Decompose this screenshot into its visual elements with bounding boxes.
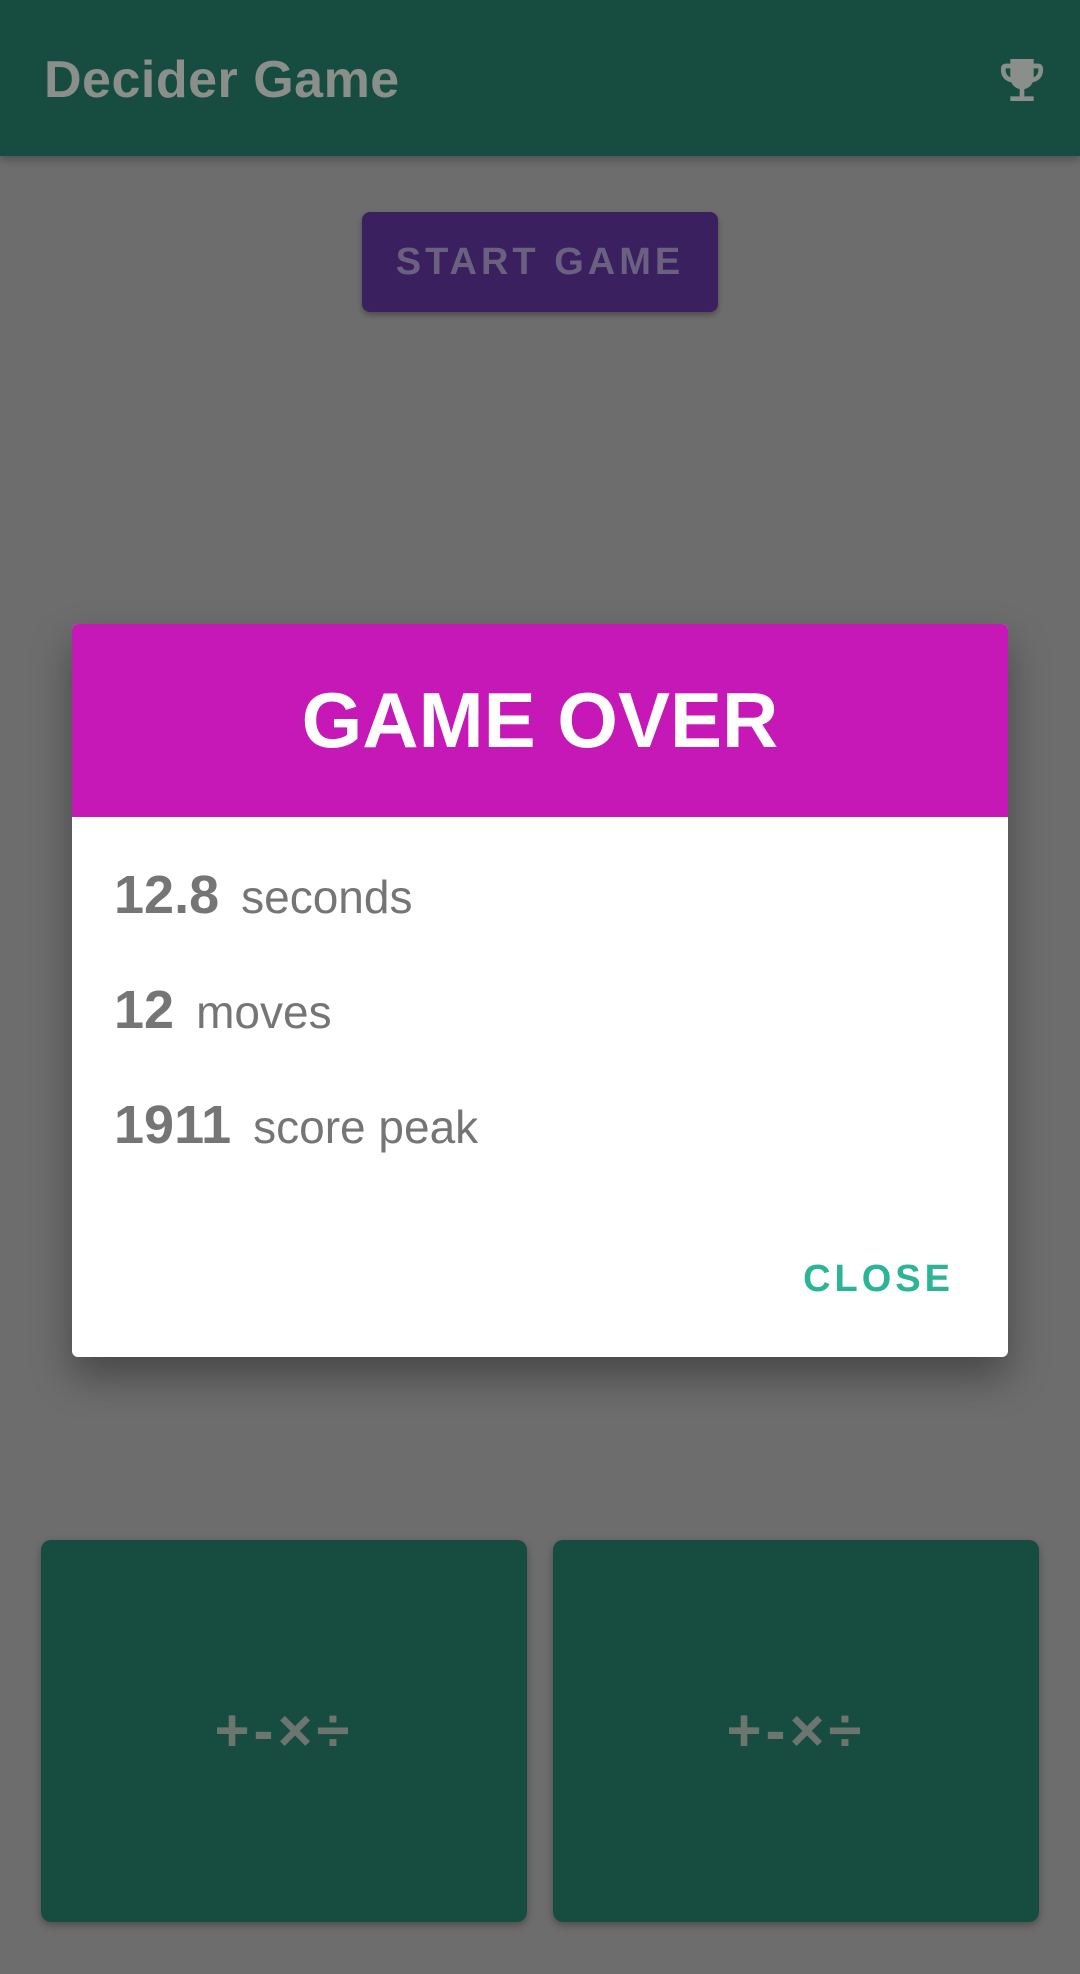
stat-score-peak: 1911 score peak xyxy=(114,1094,478,1156)
start-game-button[interactable]: START GAME xyxy=(362,212,718,312)
operator-tile-right[interactable]: +-×÷ xyxy=(553,1540,1039,1922)
app-title: Decider Game xyxy=(44,51,400,109)
operator-tile-left[interactable]: +-×÷ xyxy=(41,1540,527,1922)
app-bar: Decider Game xyxy=(0,0,1080,156)
stat-value: 12.8 xyxy=(114,865,220,925)
stat-label: seconds xyxy=(241,871,413,923)
trophy-icon[interactable] xyxy=(994,52,1050,108)
stat-value: 1911 xyxy=(114,1095,232,1155)
stat-value: 12 xyxy=(114,980,175,1040)
stat-label: score peak xyxy=(253,1101,479,1153)
stat-label: moves xyxy=(196,986,332,1038)
close-button[interactable]: CLOSE xyxy=(803,1258,954,1301)
stat-moves: 12 moves xyxy=(114,979,332,1041)
stat-seconds: 12.8 seconds xyxy=(114,864,412,926)
game-over-dialog: GAME OVER 12.8 seconds 12 moves 1911 score … xyxy=(72,624,1008,1357)
dialog-title: GAME OVER xyxy=(72,624,1008,817)
